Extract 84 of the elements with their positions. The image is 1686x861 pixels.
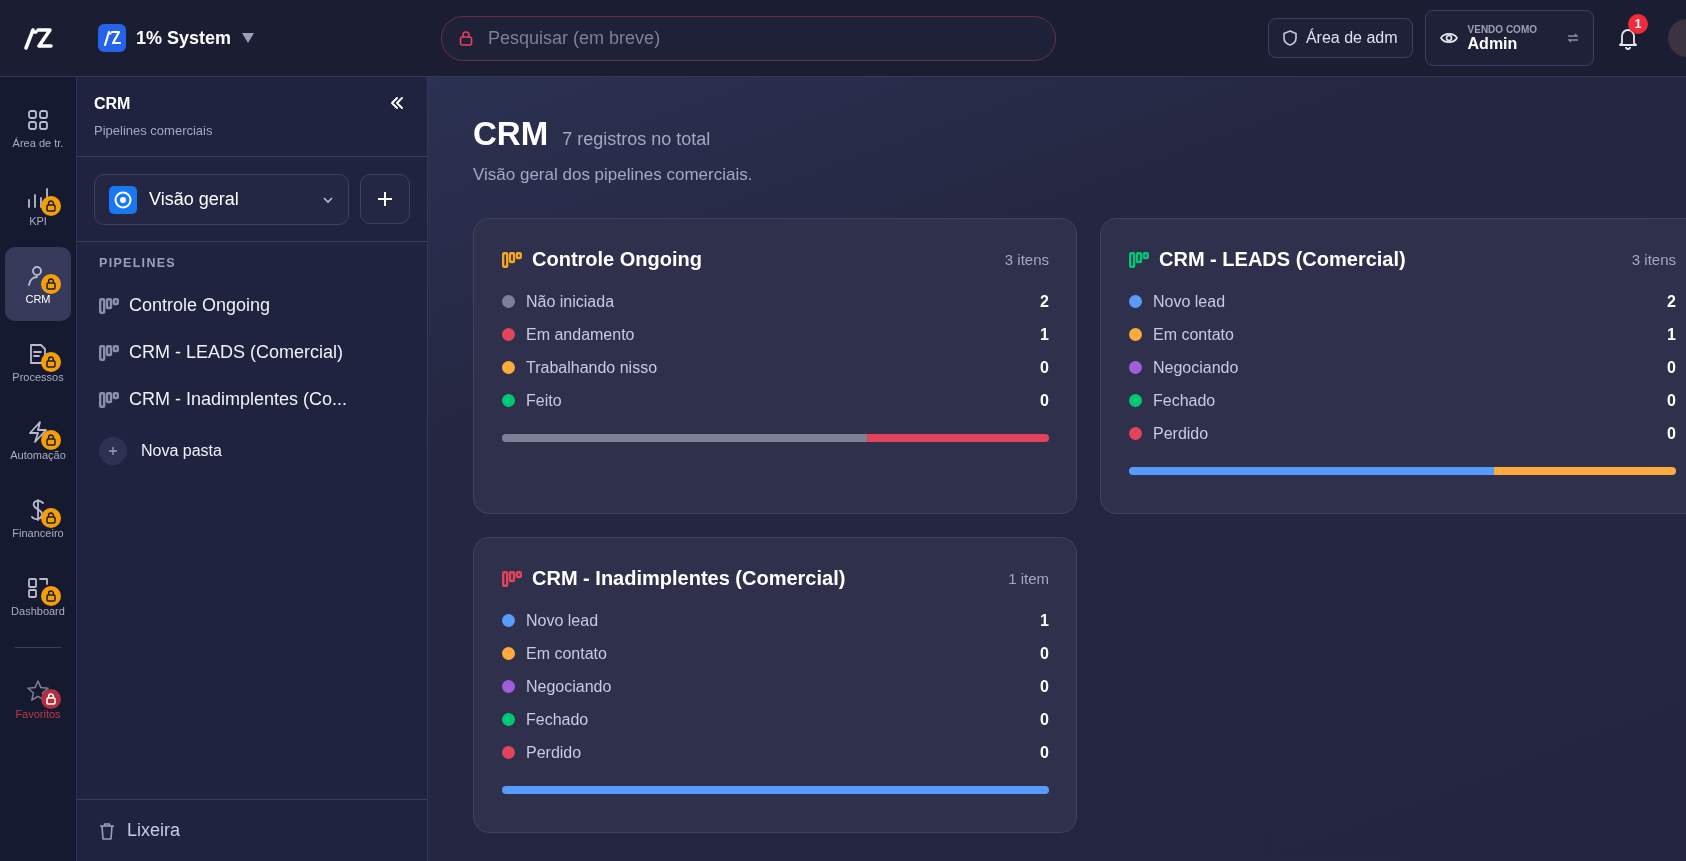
- brand-logo-icon: [98, 24, 126, 52]
- status-count: 0: [1040, 677, 1049, 696]
- status-label: Novo lead: [526, 611, 600, 630]
- pipeline-icon: [99, 297, 119, 314]
- caret-icon: [241, 32, 256, 44]
- module-nav-item[interactable]: CRM: [5, 247, 71, 321]
- card-title: Controle Ongoing: [532, 248, 702, 271]
- view-select[interactable]: Visão geral: [94, 174, 349, 225]
- pipeline-item[interactable]: Controle Ongoing: [99, 282, 405, 329]
- view-as-value: Admin: [1467, 34, 1519, 53]
- status-label: Em contato: [526, 644, 608, 663]
- shield-icon: [1282, 30, 1297, 46]
- status-label: Negociando: [526, 677, 613, 696]
- star-icon: [26, 678, 50, 703]
- item-count: 3 itens: [1004, 251, 1049, 268]
- page-title: CRM: [473, 115, 549, 153]
- plus-icon: [377, 191, 393, 207]
- module-icon: [26, 185, 50, 210]
- status-count: 0: [1040, 743, 1049, 762]
- pipeline-card[interactable]: CRM - LEADS (Comercial) 3 itens Novo lead 2 Em contato 1 Negociando 0 Fechado 0 Perdido 0: [1100, 218, 1686, 514]
- module-icon: [26, 419, 50, 444]
- item-count: 1 item: [1008, 570, 1049, 587]
- status-label: Novo lead: [1153, 292, 1227, 311]
- swap-icon: [1567, 32, 1579, 44]
- status-label: Não iniciada: [526, 292, 616, 311]
- pipeline-icon: [99, 344, 119, 361]
- pipeline-item[interactable]: CRM - LEADS (Comercial): [99, 329, 405, 376]
- status-count: 2: [1667, 292, 1676, 311]
- module-icon: [26, 575, 50, 600]
- module-nav-item[interactable]: Processos: [5, 325, 71, 399]
- status-count: 0: [1040, 391, 1049, 410]
- status-label: Negociando: [1153, 358, 1240, 377]
- status-count: 1: [1667, 325, 1676, 344]
- eye-icon: [1439, 31, 1458, 45]
- status-count: 1: [1040, 325, 1049, 344]
- status-count: 0: [1040, 710, 1049, 729]
- target-icon: [109, 185, 137, 214]
- module-nav-item[interactable]: Financeiro: [5, 481, 71, 555]
- status-label: Perdido: [1153, 424, 1210, 443]
- workspace-switcher[interactable]: 1% System: [98, 24, 256, 52]
- plus-icon: [108, 446, 118, 456]
- status-label: Em contato: [1153, 325, 1235, 344]
- module-nav-item[interactable]: Automação: [5, 403, 71, 477]
- collapse-icon[interactable]: [389, 95, 405, 111]
- status-label: Fechado: [526, 710, 590, 729]
- record-count: 7 registros no total: [562, 129, 711, 150]
- card-title: CRM - Inadimplentes (Comercial): [532, 567, 846, 590]
- add-button[interactable]: [360, 174, 410, 224]
- status-label: Perdido: [526, 743, 583, 762]
- module-nav-item[interactable]: KPI: [5, 169, 71, 243]
- page-subtitle: Visão geral dos pipelines comerciais.: [473, 165, 754, 185]
- status-count: 0: [1667, 424, 1676, 443]
- view-as-button[interactable]: VENDO COMO Admin: [1424, 10, 1594, 66]
- pipeline-item[interactable]: CRM - Inadimplentes (Co...: [99, 376, 405, 423]
- trash-icon: [99, 821, 115, 840]
- status-label: Feito: [526, 391, 563, 410]
- notification-count-badge: 1: [1628, 14, 1648, 34]
- status-count: 0: [1667, 391, 1676, 410]
- status-label: Em andamento: [526, 325, 636, 344]
- section-label: PIPELINES: [99, 256, 177, 270]
- notification-bell-icon[interactable]: [1617, 26, 1639, 50]
- logo-icon[interactable]: [23, 26, 54, 50]
- module-nav-item[interactable]: Área de tr.: [5, 91, 71, 165]
- trash-link[interactable]: Lixeira: [99, 820, 181, 841]
- new-folder-link[interactable]: Nova pasta: [99, 423, 405, 479]
- status-count: 0: [1040, 358, 1049, 377]
- pipeline-card[interactable]: Controle Ongoing 3 itens Não iniciada 2 Em andamento 1 Trabalhando nisso 0 Feito 0: [473, 218, 1077, 514]
- chevron-down-icon: [322, 195, 334, 204]
- card-title: CRM - LEADS (Comercial): [1159, 248, 1406, 271]
- pipeline-card[interactable]: CRM - Inadimplentes (Comercial) 1 item Novo lead 1 Em contato 0 Negociando 0 Fechado 0 Perdido 0: [473, 537, 1077, 833]
- sidebar-title: CRM: [94, 95, 132, 113]
- status-count: 1: [1040, 611, 1049, 630]
- module-icon: [26, 107, 50, 132]
- item-count: 3 itens: [1631, 251, 1676, 268]
- status-label: Trabalhando nisso: [526, 358, 659, 377]
- status-label: Fechado: [1153, 391, 1217, 410]
- pipeline-icon: [99, 391, 119, 408]
- view-as-label: VENDO COMO: [1467, 23, 1537, 35]
- status-count: 0: [1667, 358, 1676, 377]
- status-count: 2: [1040, 292, 1049, 311]
- sidebar-subtitle: Pipelines comerciais: [94, 123, 213, 138]
- module-nav-item[interactable]: Dashboard: [5, 559, 71, 633]
- status-count: 0: [1040, 644, 1049, 663]
- admin-area-button[interactable]: Área de adm: [1267, 18, 1413, 58]
